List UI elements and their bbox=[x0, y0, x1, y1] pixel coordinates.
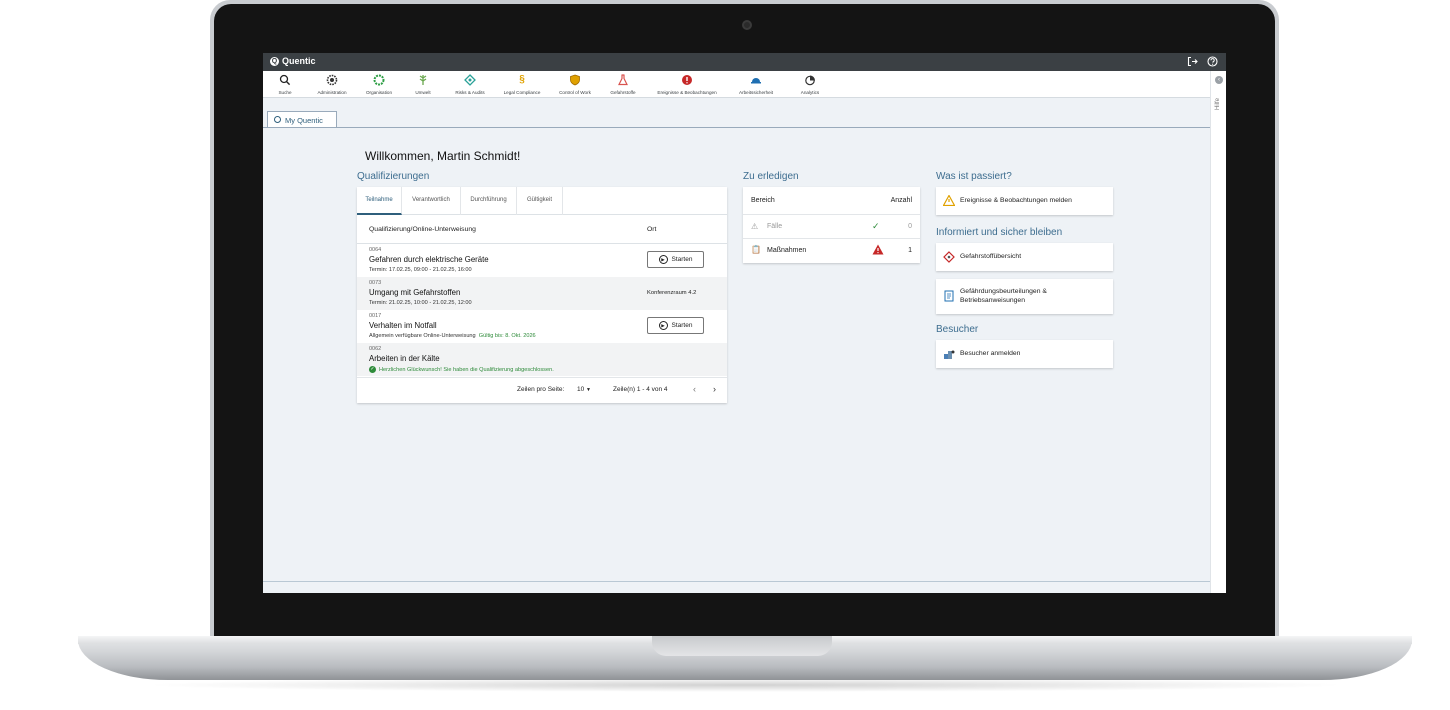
gear-icon bbox=[326, 74, 338, 86]
rows-per-page-label: Zeilen pro Seite: bbox=[517, 386, 565, 393]
validity-text: Gültig bis: 8. Okt. 2026 bbox=[478, 333, 536, 339]
todo-header: Bereich Anzahl bbox=[743, 187, 920, 215]
case-icon: ⚠ bbox=[751, 222, 759, 231]
search-icon bbox=[279, 74, 291, 86]
todo-card: Bereich Anzahl ⚠ Fälle ✓ 0 📋 Maßnahmen 1 bbox=[743, 187, 920, 263]
table-row[interactable]: 0073 Umgang mit Gefahrstoffen Termin: 21… bbox=[357, 277, 727, 310]
help-label: Hilfe bbox=[1215, 97, 1222, 111]
tab-divider bbox=[263, 127, 1210, 128]
play-icon: ▶ bbox=[658, 321, 668, 330]
quentic-logo-icon bbox=[274, 116, 281, 123]
toolbar-item-umwelt[interactable]: Umwelt bbox=[411, 74, 435, 95]
camera-icon bbox=[742, 20, 752, 30]
pagination: Zeilen pro Seite: 10 ▼ Zeile(n) 1 - 4 vo… bbox=[357, 377, 727, 403]
toolbar-item-suche[interactable]: Suche bbox=[278, 74, 292, 95]
qualifications-card: Teilnahme Verantwortlich Durchführung Gü… bbox=[357, 187, 727, 403]
analytics-icon bbox=[804, 74, 816, 86]
column-header-ort: Ort bbox=[647, 226, 657, 233]
risk-assessments-link[interactable]: Gefährdungsbeurteilungen & Betriebsanwei… bbox=[936, 279, 1113, 314]
help-sidebar[interactable]: ‹ Hilfe bbox=[1210, 71, 1226, 593]
rows-per-page-select[interactable]: 10 ▼ bbox=[577, 386, 591, 393]
toolbar-item-arbeitssicherheit[interactable]: Arbeitssicherheit bbox=[735, 74, 777, 95]
workspace-tabbar: My Quentic bbox=[263, 98, 1210, 128]
qualifications-title: Qualifizierungen bbox=[357, 171, 430, 182]
helmet-icon bbox=[750, 74, 762, 86]
toolbar-item-organisation[interactable]: Organisation bbox=[362, 74, 396, 95]
start-button[interactable]: ▶ Starten bbox=[647, 251, 704, 268]
toolbar-item-gefahrstoffe[interactable]: Gefahrstoffe bbox=[605, 74, 641, 95]
shield-icon bbox=[569, 74, 581, 86]
column-header-qualification: Qualifizierung/Online-Unterweisung bbox=[369, 226, 476, 233]
what-happened-title: Was ist passiert? bbox=[936, 171, 1012, 182]
warning-icon bbox=[872, 244, 884, 257]
toolbar-item-ereignisse[interactable]: Ereignisse & Beobachtungen bbox=[651, 74, 723, 95]
chevron-left-icon[interactable]: ‹ bbox=[1215, 76, 1223, 84]
tab-durchfuehrung[interactable]: Durchführung bbox=[461, 187, 517, 215]
informed-title: Informiert und sicher bleiben bbox=[936, 227, 1063, 238]
hazardous-substances-link[interactable]: Gefahrstoffübersicht bbox=[936, 243, 1113, 271]
top-bar: Q Quentic bbox=[263, 53, 1226, 71]
hazard-icon bbox=[943, 251, 955, 263]
paragraph-icon: § bbox=[519, 74, 525, 85]
laptop-notch bbox=[652, 636, 832, 656]
table-row[interactable]: 0064 Gefahren durch elektrische Geräte T… bbox=[357, 244, 727, 277]
risk-icon bbox=[464, 74, 476, 86]
toolbar-item-legal-compliance[interactable]: § Legal Compliance bbox=[499, 74, 545, 95]
logout-icon[interactable] bbox=[1187, 56, 1198, 67]
visitor-icon bbox=[943, 348, 955, 360]
register-visitor-link[interactable]: Besucher anmelden bbox=[936, 340, 1113, 368]
tab-gueltigkeit[interactable]: Gültigkeit bbox=[517, 187, 563, 215]
toolbar-item-analytics[interactable]: Analytics bbox=[796, 74, 824, 95]
chevron-left-icon[interactable]: ‹ bbox=[693, 384, 696, 394]
chevron-right-icon[interactable]: › bbox=[713, 384, 716, 394]
table-row[interactable]: 0017 Verhalten im Notfall Allgemein verf… bbox=[357, 310, 727, 343]
table-header: Qualifizierung/Online-Unterweisung Ort bbox=[357, 215, 727, 244]
report-events-link[interactable]: Ereignisse & Beobachtungen melden bbox=[936, 187, 1113, 215]
todo-row-massnahmen[interactable]: 📋 Maßnahmen 1 bbox=[743, 239, 920, 263]
quentic-logo-icon: Q bbox=[270, 56, 279, 66]
welcome-heading: Willkommen, Martin Schmidt! bbox=[365, 149, 521, 163]
clipboard-icon: 📋 bbox=[751, 245, 761, 254]
flask-icon bbox=[617, 74, 629, 86]
todo-title: Zu erledigen bbox=[743, 171, 799, 182]
content-bottom-border bbox=[263, 581, 1210, 582]
caret-down-icon: ▼ bbox=[586, 387, 591, 393]
tab-my-quentic[interactable]: My Quentic bbox=[267, 111, 337, 128]
play-icon: ▶ bbox=[658, 255, 668, 264]
event-icon bbox=[681, 74, 693, 86]
brand-logo[interactable]: Q Quentic bbox=[270, 56, 316, 66]
todo-row-faelle[interactable]: ⚠ Fälle ✓ 0 bbox=[743, 215, 920, 239]
brand-name: Quentic bbox=[282, 56, 316, 66]
warning-icon bbox=[942, 194, 956, 207]
document-icon bbox=[943, 290, 955, 302]
check-circle-icon: ✓ bbox=[872, 221, 880, 231]
visitors-title: Besucher bbox=[936, 324, 979, 335]
app-screen: Q Quentic Suche Administration Organisat… bbox=[263, 53, 1226, 593]
qualifications-tabs: Teilnahme Verantwortlich Durchführung Gü… bbox=[357, 187, 727, 215]
tab-verantwortlich[interactable]: Verantwortlich bbox=[402, 187, 461, 215]
toolbar-item-control-of-work[interactable]: Control of Work bbox=[555, 74, 595, 95]
laptop-shadow bbox=[140, 678, 1350, 692]
check-circle-icon: ✓ bbox=[369, 366, 376, 373]
page-range: Zeile(n) 1 - 4 von 4 bbox=[613, 386, 668, 393]
organisation-icon bbox=[373, 74, 385, 86]
toolbar-item-risks-audits[interactable]: Risks & Audits bbox=[451, 74, 489, 95]
module-toolbar: Suche Administration Organisation Umwelt… bbox=[263, 71, 1226, 98]
tab-teilnahme[interactable]: Teilnahme bbox=[357, 187, 402, 215]
start-button[interactable]: ▶ Starten bbox=[647, 317, 704, 334]
location-text: Konferenzraum 4.2 bbox=[647, 290, 697, 296]
help-circle-icon[interactable] bbox=[1207, 56, 1218, 67]
table-row[interactable]: 0062 Arbeiten in der Kälte ✓ Herzlichen G… bbox=[357, 343, 727, 376]
toolbar-item-administration[interactable]: Administration bbox=[312, 74, 352, 95]
leaf-icon bbox=[417, 74, 429, 86]
